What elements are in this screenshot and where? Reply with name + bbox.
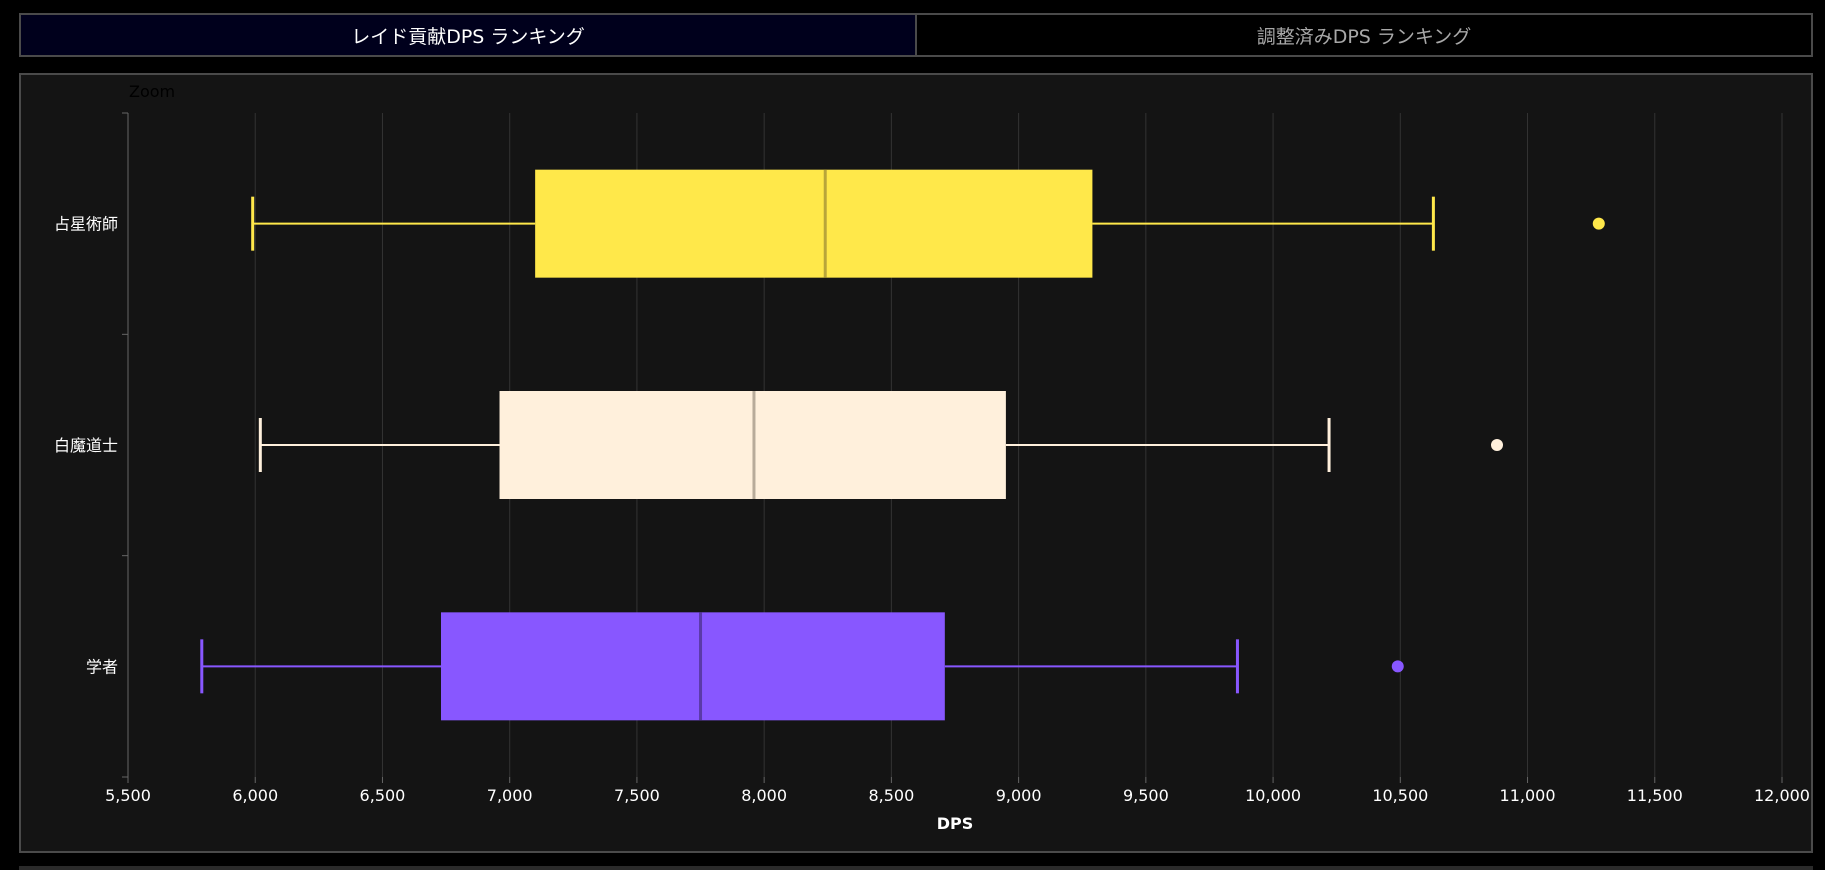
- x-tick-label: 12,000: [1754, 786, 1810, 805]
- dps-boxplot-chart: 5,500 6,000 6,500 7,000 7,500 8,000 8,500 9,000…: [54, 112, 1810, 833]
- iqr-box: [440, 612, 945, 721]
- outlier-point: [1592, 217, 1605, 230]
- category-label: 占星術師: [54, 215, 118, 234]
- x-tick-label: 9,000: [996, 786, 1042, 805]
- box-group: [258, 391, 1504, 499]
- x-tick-label: 8,500: [868, 786, 914, 805]
- x-tick-label: 9,500: [1123, 786, 1169, 805]
- outlier-point: [1391, 660, 1404, 673]
- x-tick-label: 5,500: [105, 786, 151, 805]
- category-label: 白魔道士: [54, 436, 118, 455]
- outlier-point: [1491, 439, 1504, 451]
- tab-adjusted-dps[interactable]: 調整済みDPS ランキング: [917, 13, 1813, 57]
- x-tick-label: 10,500: [1372, 786, 1428, 805]
- x-tick-label: 7,000: [487, 786, 533, 805]
- box-layer: [200, 169, 1605, 721]
- tab-label: 調整済みDPS ランキング: [1256, 25, 1472, 48]
- bottom-divider: [19, 866, 1813, 870]
- x-axis-label: DPS: [937, 814, 974, 833]
- tab-raid-contribution-dps[interactable]: レイド貢献DPS ランキング: [19, 13, 917, 57]
- ranking-tabs: レイド貢献DPS ランキング 調整済みDPS ランキング: [19, 13, 1813, 57]
- x-tick-label: 6,000: [232, 786, 278, 805]
- iqr-box: [535, 169, 1093, 278]
- x-tick-label: 10,000: [1245, 786, 1301, 805]
- label-layer: 5,500 6,000 6,500 7,000 7,500 8,000 8,500 9,000…: [54, 215, 1810, 833]
- x-tick-label: 11,500: [1627, 786, 1683, 805]
- category-label: 学者: [86, 657, 118, 676]
- chart-panel: Zoom 5,500 6,000 6,500 7,000 7,500 8,000 8,500…: [19, 73, 1813, 853]
- x-tick-label: 11,000: [1500, 786, 1556, 805]
- x-tick-label: 8,000: [741, 786, 787, 805]
- x-tick-label: 7,500: [614, 786, 660, 805]
- tab-label: レイド貢献DPS ランキング: [351, 25, 585, 48]
- box-group: [251, 169, 1605, 278]
- x-tick-label: 6,500: [360, 786, 406, 805]
